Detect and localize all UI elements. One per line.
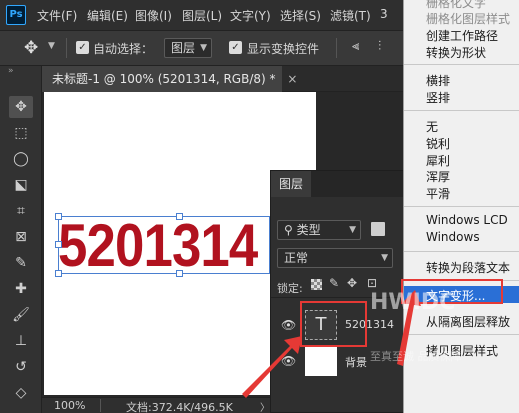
menu-item-convert-to-paragraph[interactable]: 转换为段落文本 <box>426 259 510 276</box>
divider <box>336 38 337 58</box>
menu-item-antialias-strong[interactable]: 浑厚 <box>426 168 450 185</box>
menu-item-antialias-none[interactable]: 无 <box>426 118 438 135</box>
menu-item-release-isolation[interactable]: 从隔离图层释放 <box>426 313 510 330</box>
search-icon: ⚲ <box>284 223 297 237</box>
lasso-tool-icon[interactable]: ◯ <box>9 148 33 170</box>
transform-handle[interactable] <box>55 213 62 220</box>
tools-panel: » ✥ ⬚ ◯ ⬕ ⌗ ⊠ ✎ ✚ 🖌 ⊥ ↺ ◇ <box>0 66 42 413</box>
brush-tool-icon[interactable]: 🖌 <box>9 304 33 326</box>
menu-item-rasterize-layer-style[interactable]: 栅格化图层样式 <box>426 10 510 27</box>
lock-artboard-icon[interactable]: ⊡ <box>367 276 377 290</box>
show-transform-label: 显示变换控件 <box>247 42 320 56</box>
photoshop-logo: Ps <box>6 5 26 25</box>
menu-separator <box>404 206 519 207</box>
move-tool-icon[interactable]: ✥ <box>24 38 38 58</box>
menu-3d[interactable]: 3 <box>380 7 388 21</box>
frame-tool-icon[interactable]: ⊠ <box>9 226 33 248</box>
align-center-icon[interactable]: ⫶ <box>378 39 381 54</box>
menu-item-horizontal[interactable]: 横排 <box>426 72 450 89</box>
eyedropper-tool-icon[interactable]: ✎ <box>9 252 33 274</box>
healing-brush-tool-icon[interactable]: ✚ <box>9 278 33 300</box>
transform-handle[interactable] <box>55 241 62 248</box>
status-menu-arrow-icon[interactable]: 〉 <box>260 399 270 413</box>
auto-select-checkbox[interactable]: ✓ <box>76 41 89 54</box>
move-tool-icon[interactable]: ✥ <box>9 96 33 118</box>
menu-item-antialias-crisp[interactable]: 犀利 <box>426 152 450 169</box>
transform-handle[interactable] <box>55 270 62 277</box>
document-tab[interactable]: 未标题-1 @ 100% (5201314, RGB/8) * × <box>42 66 297 92</box>
eraser-tool-icon[interactable]: ◇ <box>9 382 33 404</box>
tool-preset-chevron-icon[interactable]: ▼ <box>48 41 55 51</box>
menu-type[interactable]: 文字(Y) <box>230 7 271 24</box>
divider <box>66 38 67 58</box>
show-transform-checkbox[interactable]: ✓ <box>229 41 242 54</box>
watermark-logo: HWIDC <box>370 290 456 315</box>
close-icon[interactable]: × <box>287 72 297 86</box>
blend-mode-dropdown[interactable]: 正常 ▼ <box>277 248 393 268</box>
menu-item-antialias-smooth[interactable]: 平滑 <box>426 185 450 202</box>
collapse-panel-icon[interactable]: » <box>8 66 14 76</box>
background-layer-thumbnail <box>305 346 337 376</box>
menu-separator <box>404 251 519 252</box>
layer-name[interactable]: 背景 <box>345 354 367 370</box>
menu-item-windows[interactable]: Windows <box>426 230 480 244</box>
pixel-filter-icon[interactable] <box>371 222 385 236</box>
transform-handle[interactable] <box>176 270 183 277</box>
annotation-highlight-box <box>300 301 367 347</box>
menu-image[interactable]: 图像(I) <box>135 7 172 24</box>
menu-item-vertical[interactable]: 竖排 <box>426 89 450 106</box>
auto-select-dropdown[interactable]: 图层 ▼ <box>164 38 212 58</box>
zoom-level[interactable]: 100% <box>54 399 85 412</box>
transform-bounding-box[interactable] <box>58 216 270 274</box>
crop-tool-icon[interactable]: ⌗ <box>9 200 33 222</box>
chevron-down-icon: ▼ <box>349 225 356 235</box>
quick-select-tool-icon[interactable]: ⬕ <box>9 174 33 196</box>
lock-label: 锁定: <box>277 282 303 295</box>
menu-edit[interactable]: 编辑(E) <box>87 7 128 24</box>
annotation-arrow-icon <box>242 336 302 398</box>
lock-transparent-icon[interactable] <box>311 279 322 290</box>
layer-filter-dropdown[interactable]: ⚲ 类型 ▼ <box>277 220 361 240</box>
auto-select-label: 自动选择： <box>93 42 154 56</box>
menu-file[interactable]: 文件(F) <box>37 7 77 24</box>
auto-select-value: 图层 <box>171 41 196 55</box>
layer-filter-value: 类型 <box>296 223 321 237</box>
marquee-tool-icon[interactable]: ⬚ <box>9 122 33 144</box>
clone-stamp-tool-icon[interactable]: ⊥ <box>9 330 33 352</box>
menu-item-create-work-path[interactable]: 创建工作路径 <box>426 27 498 44</box>
transform-handle[interactable] <box>176 213 183 220</box>
layers-panel-header: 图层 <box>271 171 406 197</box>
tab-layers[interactable]: 图层 <box>271 171 311 197</box>
menu-item-antialias-sharp[interactable]: 锐利 <box>426 135 450 152</box>
chevron-down-icon: ▼ <box>381 253 388 263</box>
menu-select[interactable]: 选择(S) <box>280 7 321 24</box>
lock-pixels-icon[interactable]: ✎ <box>329 276 339 290</box>
history-brush-tool-icon[interactable]: ↺ <box>9 356 33 378</box>
blend-mode-value: 正常 <box>284 251 309 265</box>
watermark-text: 至真至诚 品质保障 <box>370 350 462 363</box>
menu-layer[interactable]: 图层(L) <box>182 7 222 24</box>
menu-item-windows-lcd[interactable]: Windows LCD <box>426 213 508 227</box>
lock-position-icon[interactable]: ✥ <box>347 276 357 290</box>
divider <box>100 399 101 412</box>
document-tab-title: 未标题-1 @ 100% (5201314, RGB/8) * <box>52 72 276 86</box>
menu-separator <box>404 64 519 65</box>
align-left-icon[interactable]: ⫷ <box>352 39 359 54</box>
menu-filter[interactable]: 滤镜(T) <box>330 7 371 24</box>
menu-separator <box>404 110 519 111</box>
menu-item-convert-to-shape[interactable]: 转换为形状 <box>426 44 486 61</box>
document-info[interactable]: 文档:372.4K/496.5K <box>126 399 233 413</box>
chevron-down-icon: ▼ <box>200 43 207 53</box>
